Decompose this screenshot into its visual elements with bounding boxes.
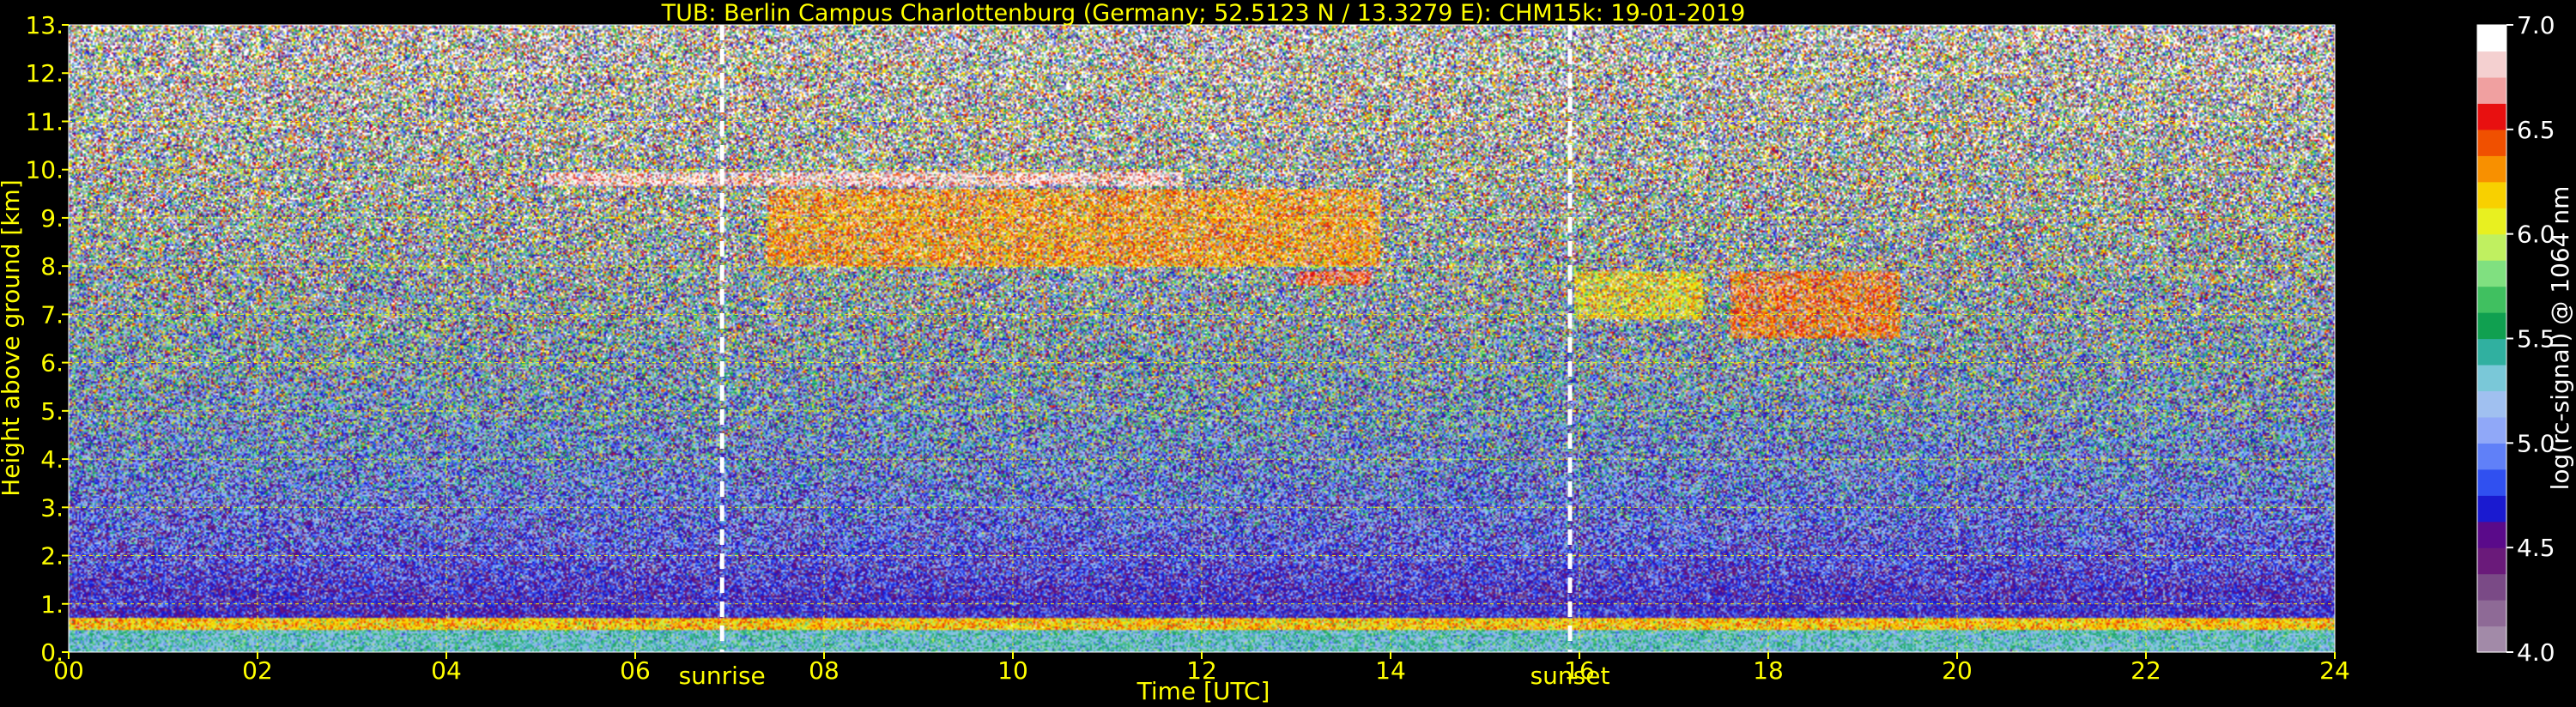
colorbar: 4.04.55.05.56.06.57.0 log(rc-signal) @ 1… xyxy=(2476,11,2574,667)
colorbar-segment xyxy=(2477,181,2506,208)
feature-cloud-fragments-3 xyxy=(1574,270,1702,320)
colorbar-segment xyxy=(2477,495,2506,523)
feature-cirrus-tail-2 xyxy=(1296,270,1372,286)
chart-title: TUB: Berlin Campus Charlottenburg (Germa… xyxy=(661,0,1746,27)
y-tick-label: 4. xyxy=(40,445,64,474)
y-tick-label: 7. xyxy=(40,300,64,329)
y-tick-label: 12. xyxy=(25,59,64,88)
colorbar-segment xyxy=(2477,51,2506,78)
colorbar-segment xyxy=(2477,103,2506,130)
lidar-chart: sunrise sunset 00 02 04 06 08 10 12 14 16 18 20 22 24… xyxy=(0,0,2574,705)
colorbar-tick-label: 6.5 xyxy=(2517,116,2555,144)
y-tick-label: 0. xyxy=(40,638,64,667)
x-tick-label: 02 xyxy=(242,656,273,685)
feature-aerosol-near-ground-7 xyxy=(69,630,2335,652)
colorbar-segments xyxy=(2477,25,2506,653)
colorbar-segment xyxy=(2477,338,2506,366)
colorbar-segment xyxy=(2477,208,2506,235)
colorbar-segment xyxy=(2477,312,2506,340)
x-tick-label: 22 xyxy=(2131,656,2161,685)
colorbar-segment xyxy=(2477,521,2506,548)
colorbar-segment xyxy=(2477,76,2506,104)
colorbar-segment xyxy=(2477,416,2506,444)
y-tick-label: 1. xyxy=(40,590,64,619)
colorbar-segment xyxy=(2477,233,2506,261)
x-axis-label: Time [UTC] xyxy=(1136,677,1270,705)
feature-cirrus-1 xyxy=(767,189,1381,267)
colorbar-tick-label: 7.0 xyxy=(2517,11,2555,39)
x-tick-label: 08 xyxy=(809,656,839,685)
colorbar-segment xyxy=(2477,390,2506,418)
x-tick-label: 20 xyxy=(1942,656,1973,685)
colorbar-segment xyxy=(2477,443,2506,470)
x-tick-label: 16 xyxy=(1564,656,1595,685)
y-axis-label: Height above ground [km] xyxy=(0,179,25,497)
y-tick-label: 11. xyxy=(25,107,64,136)
colorbar-segment xyxy=(2477,468,2506,496)
x-tick-label: 06 xyxy=(620,656,651,685)
y-tick-label: 8. xyxy=(40,252,64,281)
y-tick-label: 13. xyxy=(25,11,64,39)
colorbar-tick-label: 4.0 xyxy=(2517,638,2555,667)
colorbar-segment xyxy=(2477,260,2506,287)
x-tick-label: 10 xyxy=(997,656,1028,685)
colorbar-segment xyxy=(2477,129,2506,156)
colorbar-segment xyxy=(2477,364,2506,392)
colorbar-segment xyxy=(2477,155,2506,183)
colorbar-segment xyxy=(2477,600,2506,627)
colorbar-tick-label: 4.5 xyxy=(2517,534,2555,562)
x-tick-label: 04 xyxy=(431,656,462,685)
colorbar-segment xyxy=(2477,25,2506,52)
y-tick-label: 10. xyxy=(25,156,64,184)
y-tick-label: 3. xyxy=(40,493,64,522)
y-tick-label: 9. xyxy=(40,204,64,233)
colorbar-label: log(rc-signal) @ 1064 nm xyxy=(2546,186,2574,491)
x-tick-label: 24 xyxy=(2319,656,2350,685)
y-tick-label: 5. xyxy=(40,397,64,426)
colorbar-segment xyxy=(2477,286,2506,313)
backscatter-heatmap xyxy=(69,25,2335,652)
colorbar-segment xyxy=(2477,573,2506,601)
plot-area xyxy=(69,25,2335,652)
x-tick-label: 14 xyxy=(1375,656,1406,685)
colorbar-segment xyxy=(2477,547,2506,575)
y-tick-label: 2. xyxy=(40,542,64,571)
feature-cloud-4 xyxy=(1730,270,1900,339)
y-axis-ticks: 0. 1. 2. 3. 4. 5. 6. 7. 8. 9. 10. 11. 12. 13. xyxy=(25,11,69,667)
x-tick-label: 18 xyxy=(1753,656,1784,685)
colorbar-segment xyxy=(2477,625,2506,653)
sunrise-label: sunrise xyxy=(679,662,766,690)
feature-cirrus-thin-0 xyxy=(545,172,1183,187)
feature-residual-layer-6 xyxy=(588,603,2335,619)
y-tick-label: 6. xyxy=(40,349,64,378)
